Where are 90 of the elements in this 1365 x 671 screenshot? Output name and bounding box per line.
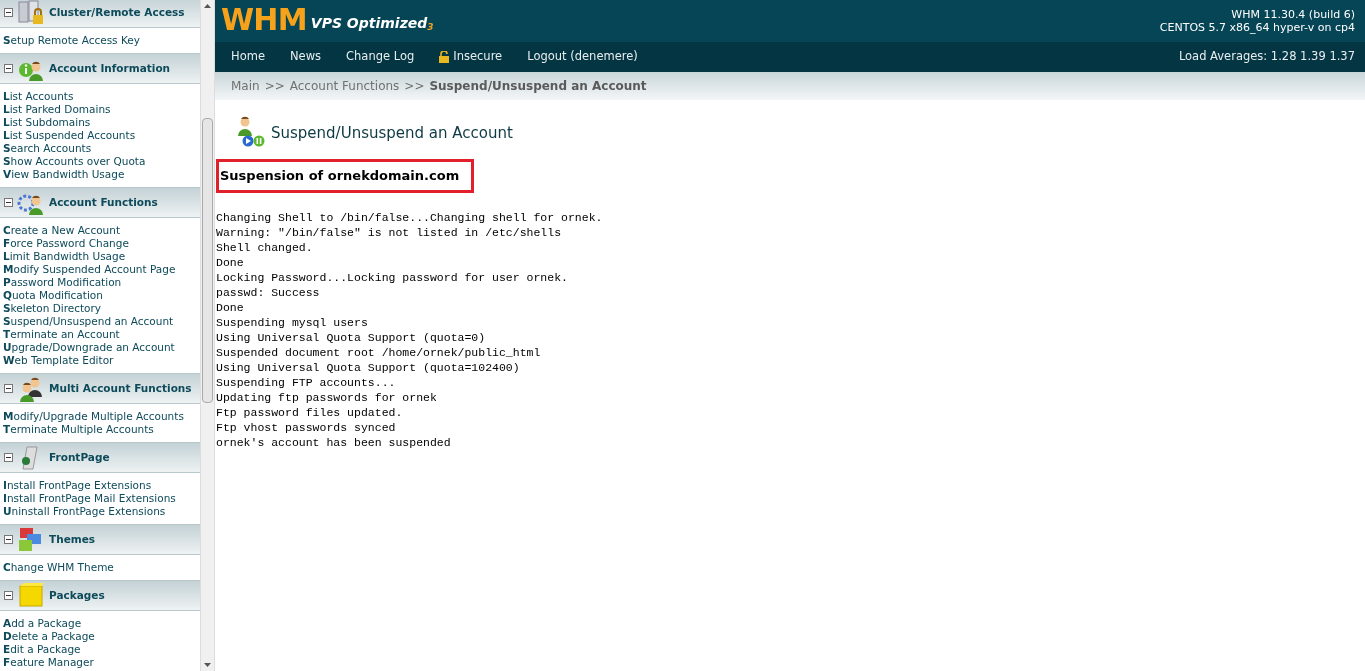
sidebar-link[interactable]: Quota Modification	[3, 289, 197, 302]
sidebar-link[interactable]: Search Accounts	[3, 142, 197, 155]
nav-link[interactable]: News	[289, 48, 322, 66]
logo: WHM	[221, 5, 307, 35]
sidebar-link[interactable]: Web Template Editor	[3, 354, 197, 367]
padlock-icon	[439, 51, 450, 63]
section-title: Packages	[49, 587, 105, 603]
page-title: Suspend/Unsuspend an Account	[271, 122, 513, 144]
server-lock-icon	[17, 0, 45, 27]
log-line: Suspending FTP accounts...	[216, 374, 397, 390]
logo-subtitle: VPS Optimized$_{3}$	[310, 14, 434, 34]
scroll-thumb[interactable]	[202, 118, 213, 403]
log-line: Using Universal Quota Support (quota=102400)	[216, 359, 521, 375]
section-header[interactable]: Multi Account Functions	[0, 373, 200, 404]
sidebar-link[interactable]: Install FrontPage Mail Extensions	[3, 492, 197, 505]
nav-link[interactable]: Insecure	[439, 48, 503, 66]
log-line: Using Universal Quota Support (quota=0)	[216, 329, 487, 345]
log-line: passwd: Success	[216, 284, 321, 300]
server-text: CENTOS 5.7 x86_64 hyper-v on cp4	[1159, 21, 1355, 34]
scroll-down-icon[interactable]	[204, 663, 211, 667]
collapse-icon[interactable]	[4, 591, 13, 600]
sidebar-link[interactable]: Install FrontPage Extensions	[3, 479, 197, 492]
sidebar-link[interactable]: List Accounts	[3, 90, 197, 103]
sidebar-link[interactable]: Feature Manager	[3, 656, 197, 669]
log-line: Locking Password...Locking password for user ornek.	[216, 269, 569, 285]
sidebar-link[interactable]: List Suspended Accounts	[3, 129, 197, 142]
nav-link[interactable]: Change Log	[346, 48, 415, 66]
sidebar-link[interactable]: Terminate Multiple Accounts	[3, 423, 197, 436]
collapse-icon[interactable]	[4, 64, 13, 73]
section-title: FrontPage	[49, 449, 110, 465]
section-header[interactable]: Account Functions	[0, 187, 200, 218]
sidebar-link[interactable]: Force Password Change	[3, 237, 197, 250]
section-title: Account Functions	[49, 194, 158, 210]
nav-link[interactable]: Logout (denemere)	[527, 48, 638, 66]
box-icon	[17, 581, 45, 610]
sidebar-link[interactable]: Delete a Package	[3, 630, 197, 643]
collapse-icon[interactable]	[4, 535, 13, 544]
log-line: Changing Shell to /bin/false...Changing shell for ornek.	[216, 209, 604, 225]
sidebar-link[interactable]: List Subdomains	[3, 116, 197, 129]
sidebar-link[interactable]: Limit Bandwidth Usage	[3, 250, 197, 263]
result-heading: Suspension of ornekdomain.com	[216, 159, 475, 193]
sidebar-link[interactable]: Terminate an Account	[3, 328, 197, 341]
sidebar-link[interactable]: Edit a Package	[3, 643, 197, 656]
collapse-icon[interactable]	[4, 198, 13, 207]
sidebar-link[interactable]: Add a Package	[3, 617, 197, 630]
sidebar-link[interactable]: Show Accounts over Quota	[3, 155, 197, 168]
scrollbar[interactable]	[200, 0, 215, 671]
breadcrumb-link[interactable]: Suspend/Unsuspend an Account	[429, 77, 647, 95]
log-line: Suspended document root /home/ornek/public_html	[216, 344, 542, 360]
section-title: Multi Account Functions	[49, 380, 192, 396]
sidebar-link[interactable]: Change WHM Theme	[3, 561, 197, 574]
log-line: Done	[216, 299, 245, 315]
section-title: Themes	[49, 531, 96, 547]
sidebar-link[interactable]: Modify Suspended Account Page	[3, 263, 197, 276]
log-line: Ftp password files updated.	[216, 404, 404, 420]
breadcrumb-link[interactable]: Account Functions	[289, 77, 400, 95]
breadcrumb-separator: >>	[404, 78, 425, 95]
collapse-icon[interactable]	[4, 453, 13, 462]
log-line: Shell changed.	[216, 239, 314, 255]
breadcrumb-link[interactable]: Main	[231, 77, 260, 95]
collapse-icon[interactable]	[4, 384, 13, 393]
section-title: Account Information	[49, 60, 171, 76]
log-line: Updating ftp passwords for ornek	[216, 389, 438, 405]
sidebar-link[interactable]: Uninstall FrontPage Extensions	[3, 505, 197, 518]
section-header[interactable]: Themes	[0, 524, 200, 555]
sidebar-link[interactable]: Modify/Upgrade Multiple Accounts	[3, 410, 197, 423]
log-line: Ftp vhost passwords synced	[216, 419, 397, 435]
sidebar-link[interactable]: Password Modification	[3, 276, 197, 289]
log-line: Suspending mysql users	[216, 314, 369, 330]
section-header[interactable]: Packages	[0, 580, 200, 611]
sidebar-link[interactable]: Skeleton Directory	[3, 302, 197, 315]
sidebar-link[interactable]: Create a New Account	[3, 224, 197, 237]
section-header[interactable]: FrontPage	[0, 442, 200, 473]
sidebar-link[interactable]: Setup Remote Access Key	[3, 34, 197, 47]
sidebar-link[interactable]: View Bandwidth Usage	[3, 168, 197, 181]
log-line: Warning: "/bin/false" is not listed in /etc/shells	[216, 224, 563, 240]
log-line: Done	[216, 254, 245, 270]
sidebar-link[interactable]: Suspend/Unsuspend an Account	[3, 315, 197, 328]
scroll-up-icon[interactable]	[204, 4, 211, 8]
log-line: ornek's account has been suspended	[216, 434, 452, 450]
load-averages: Load Averages: 1.28 1.39 1.37	[1178, 48, 1355, 66]
collapse-icon[interactable]	[4, 8, 13, 17]
version-text: WHM 11.30.4 (build 6)	[1230, 8, 1355, 21]
breadcrumb-separator: >>	[264, 78, 285, 95]
section-title: Cluster/Remote Access	[49, 4, 185, 20]
sidebar-link[interactable]: List Parked Domains	[3, 103, 197, 116]
nav-link[interactable]: Home	[231, 48, 265, 66]
section-header[interactable]: Cluster/Remote Access	[0, 0, 200, 28]
section-header[interactable]: Account Information	[0, 53, 200, 84]
sidebar-link[interactable]: Upgrade/Downgrade an Account	[3, 341, 197, 354]
